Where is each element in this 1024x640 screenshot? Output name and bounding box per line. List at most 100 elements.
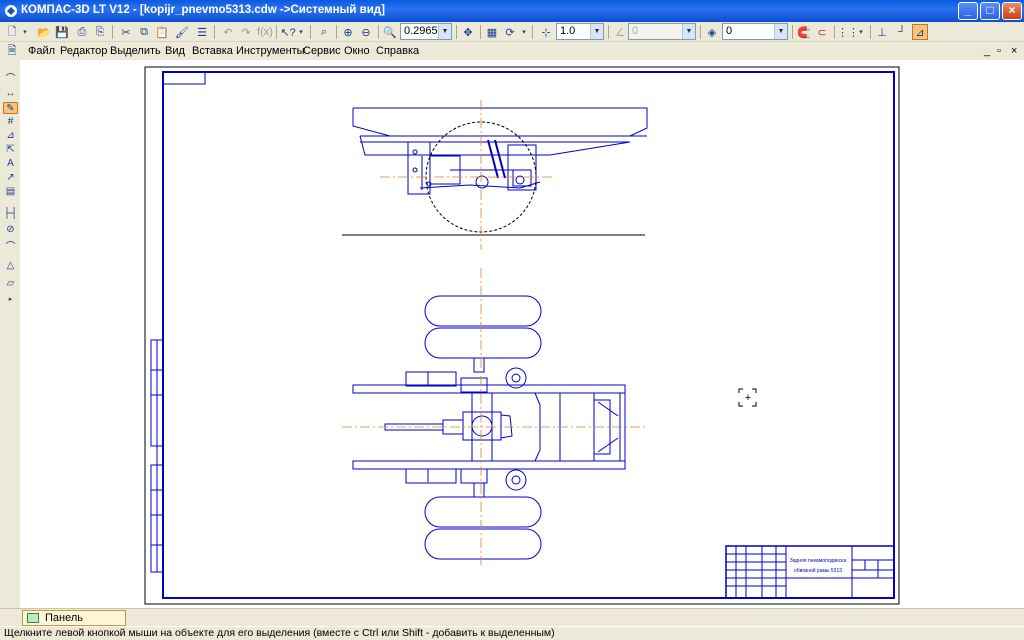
refresh-view-icon[interactable]: ⟳: [502, 24, 518, 40]
close-button[interactable]: ×: [1002, 2, 1022, 20]
chevron-down-icon[interactable]: ▼: [774, 24, 787, 39]
compact-toolbar: ⌒ ↔ ✎ # ⊿ ⇱ A ↗ ▤ ├┤ ⊘ ⌒ △ ▱ ▸: [0, 60, 20, 310]
open-folder-icon[interactable]: 📂: [36, 24, 52, 40]
annotation-icon[interactable]: ↗: [3, 172, 18, 184]
toolbar-expand-icon[interactable]: ▸: [3, 294, 18, 306]
menu-select[interactable]: Выделить: [110, 45, 161, 57]
properties-panel-tab[interactable]: Панель свойств: [22, 610, 126, 638]
measure-icon[interactable]: ⊿: [3, 130, 18, 142]
help-dropdown-icon[interactable]: ▾: [296, 24, 306, 40]
kompas-app-icon: [5, 5, 17, 17]
chevron-down-icon[interactable]: ▼: [438, 24, 451, 39]
menu-help[interactable]: Справка: [376, 45, 419, 57]
triangle-tool-icon[interactable]: △: [3, 260, 18, 272]
save-icon[interactable]: 💾: [54, 24, 70, 40]
toolbar-separator: [834, 25, 835, 39]
sheet-inner-frame: [162, 71, 895, 599]
local-cs-icon[interactable]: ┘: [894, 24, 910, 40]
main-toolbar: 🗋 ▾ 📂 💾 ⎙ ⎘ ✂ ⧉ 📋 🖌 ☰ ↶ ↷ f(x) ↖? ▾ ⌕ ⊕ …: [0, 22, 1024, 42]
chevron-down-icon[interactable]: ▼: [682, 24, 695, 39]
maximize-button[interactable]: □: [980, 2, 1000, 20]
round-mode-icon[interactable]: ⊿: [912, 24, 928, 40]
drawing-canvas[interactable]: + Задняя пневмоподвеска обвязной рамы 53…: [20, 60, 1024, 608]
toolbar-more-icon[interactable]: ▾: [520, 24, 528, 40]
snap-grid-icon[interactable]: ⊹: [538, 24, 554, 40]
chevron-down-icon[interactable]: ▼: [590, 24, 603, 39]
menu-editor[interactable]: Редактор: [60, 45, 107, 57]
parametrization-icon[interactable]: #: [3, 116, 18, 128]
toolbar-separator: [378, 25, 379, 39]
menu-file[interactable]: Файл: [28, 45, 55, 57]
left-binding-strip: [150, 339, 164, 573]
select-tool-icon[interactable]: ⇱: [3, 144, 18, 156]
dimensions-icon[interactable]: ↔: [3, 88, 18, 100]
angle-icon[interactable]: ∠: [612, 24, 628, 40]
title-block-name-2: обвязной рамы 5313: [794, 567, 842, 574]
status-bar: Щелкните левой кнопкой мыши на объекте д…: [0, 626, 1024, 640]
sheet-outer-frame: [144, 66, 900, 605]
toolbar-separator: [700, 25, 701, 39]
spec-icon[interactable]: ▤: [3, 186, 18, 198]
edit-icon[interactable]: ✎: [3, 102, 18, 114]
print-preview-icon[interactable]: ⎘: [92, 24, 108, 40]
toolbar-separator: [276, 25, 277, 39]
document-icon[interactable]: 🗎: [4, 43, 20, 59]
arc-tool-icon[interactable]: ⌒: [3, 242, 18, 254]
hatch-tool-icon[interactable]: ▱: [3, 278, 18, 290]
grid-icon[interactable]: ⋮⋮: [837, 24, 859, 40]
properties-bar: Панель свойств: [0, 608, 1024, 638]
toolbar-separator: [532, 25, 533, 39]
title-bar: КОМПАС-3D LT V12 - [kopijr_pnevmo5313.cd…: [0, 0, 1024, 22]
menu-view[interactable]: Вид: [165, 45, 185, 57]
status-text: Щелкните левой кнопкой мыши на объекте д…: [4, 627, 555, 639]
toolbar-separator: [112, 25, 113, 39]
mdi-close-button[interactable]: ×: [1011, 45, 1017, 57]
zoom-scale-icon[interactable]: 🔍: [382, 24, 398, 40]
menu-bar: 🗎 Файл Редактор Выделить Вид Вставка Инс…: [0, 42, 1024, 60]
mdi-minimize-button[interactable]: _: [984, 45, 990, 57]
side-view-assembly: [342, 107, 648, 236]
menu-insert[interactable]: Вставка: [192, 45, 233, 57]
zoom-in-icon[interactable]: ⊕: [340, 24, 356, 40]
pan-icon[interactable]: ✥: [460, 24, 476, 40]
properties-panel-icon: [27, 613, 39, 623]
layout-icon[interactable]: ▦: [484, 24, 500, 40]
zoom-window-icon[interactable]: ⌕: [316, 24, 332, 40]
new-document-icon[interactable]: 🗋: [4, 24, 20, 40]
magnet-snap-icon[interactable]: 🧲: [796, 24, 812, 40]
layers-icon[interactable]: ◈: [704, 24, 720, 40]
layer-combo[interactable]: 0 ▼: [722, 23, 788, 40]
window-title: КОМПАС-3D LT V12 - [kopijr_pnevmo5313.cd…: [21, 4, 385, 16]
menu-service[interactable]: Сервис: [303, 45, 341, 57]
cut-icon[interactable]: ✂: [118, 24, 134, 40]
undo-icon[interactable]: ↶: [220, 24, 236, 40]
top-left-stamp: [162, 71, 206, 85]
help-pointer-icon[interactable]: ↖?: [280, 24, 296, 40]
menu-window[interactable]: Окно: [344, 45, 370, 57]
zoom-out-icon[interactable]: ⊖: [358, 24, 374, 40]
toolbar-separator: [480, 25, 481, 39]
geometry-icon[interactable]: ⌒: [3, 74, 18, 86]
circle-tool-icon[interactable]: ⊘: [3, 224, 18, 236]
angle-combo[interactable]: 0 ▼: [628, 23, 696, 40]
local-snap-icon[interactable]: ⊂: [814, 24, 830, 40]
scale-combo[interactable]: 1.0 ▼: [556, 23, 604, 40]
properties-list-icon[interactable]: ☰: [194, 24, 210, 40]
zoom-combo[interactable]: 0.2965 ▼: [400, 23, 452, 40]
toolbar-separator: [214, 25, 215, 39]
minimize-button[interactable]: _: [958, 2, 978, 20]
copy-icon[interactable]: ⧉: [136, 24, 152, 40]
print-icon[interactable]: ⎙: [74, 24, 90, 40]
scale-value: 1.0: [560, 25, 576, 37]
function-icon[interactable]: f(x): [256, 24, 274, 40]
redo-icon[interactable]: ↷: [238, 24, 254, 40]
ortho-icon[interactable]: ⊥: [874, 24, 890, 40]
linear-dimension-icon[interactable]: ├┤: [3, 208, 18, 220]
new-dropdown-icon[interactable]: ▾: [20, 24, 30, 40]
menu-tools[interactable]: Инструменты: [236, 45, 305, 57]
mdi-restore-button[interactable]: ▫: [997, 45, 1001, 57]
format-painter-icon[interactable]: 🖌: [174, 24, 190, 40]
notation-icon[interactable]: A: [3, 158, 18, 170]
paste-icon[interactable]: 📋: [154, 24, 170, 40]
grid-dropdown-icon[interactable]: ▾: [856, 24, 866, 40]
